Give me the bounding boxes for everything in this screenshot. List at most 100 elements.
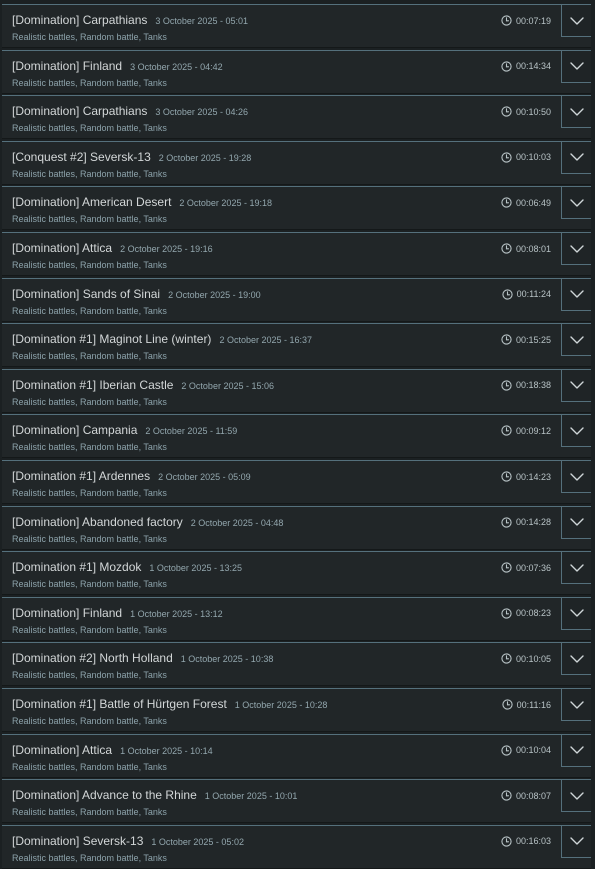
- battle-title: [Domination] Attica 2 October 2025 - 19:1…: [12, 241, 213, 255]
- battle-row[interactable]: [Domination #1] Maginot Line (winter) 2 O…: [2, 323, 591, 368]
- battle-row[interactable]: [Domination] Finland 1 October 2025 - 13:…: [2, 596, 591, 641]
- battle-date: 1 October 2025 - 13:25: [149, 563, 242, 574]
- battle-mode: Realistic battles, Random battle, Tanks: [12, 579, 167, 590]
- battle-map-name: [Domination #1] Battle of Hürtgen Forest: [12, 697, 227, 711]
- battle-date: 1 October 2025 - 10:38: [180, 654, 274, 665]
- battle-duration: 00:10:05: [501, 653, 551, 665]
- expand-button[interactable]: [561, 825, 591, 858]
- battle-duration: 00:08:07: [501, 790, 551, 801]
- chevron-down-icon: [569, 335, 584, 344]
- battle-row[interactable]: [Domination #2] North Holland 1 October 2…: [2, 642, 591, 687]
- expand-button[interactable]: [561, 506, 591, 539]
- battle-date: 2 October 2025 - 19:16: [120, 244, 213, 254]
- battle-map-name: [Domination] Campania: [12, 423, 138, 438]
- battle-duration-value: 00:08:07: [515, 790, 551, 801]
- expand-button[interactable]: [561, 187, 591, 220]
- battle-row[interactable]: [Domination] Campania 2 October 2025 - 11…: [2, 414, 591, 459]
- expand-button[interactable]: [561, 96, 591, 129]
- expand-button[interactable]: [561, 461, 591, 493]
- battle-map-name: [Domination] Finland: [12, 58, 123, 73]
- battle-title: [Domination] Finland 1 October 2025 - 13:…: [12, 606, 223, 620]
- battle-title: [Domination] Campania 2 October 2025 - 11…: [12, 423, 237, 437]
- battle-map-name: [Domination] Seversk-13: [12, 833, 144, 848]
- clock-icon: [501, 152, 512, 163]
- battle-title: [Domination #1] Maginot Line (winter) 2 O…: [12, 332, 312, 346]
- battle-map-name: [Domination] Attica: [12, 742, 113, 757]
- battle-history-list: [Domination] Carpathians 3 October 2025 -…: [0, 0, 595, 869]
- battle-mode: Realistic battles, Random battle, Tanks: [12, 351, 167, 362]
- battle-duration: 00:08:23: [501, 608, 551, 619]
- battle-duration-value: 00:06:49: [515, 197, 551, 208]
- battle-map-name: [Domination #2] North Holland: [12, 651, 173, 666]
- expand-button[interactable]: [561, 5, 591, 37]
- battle-row[interactable]: [Domination] Carpathians 3 October 2025 -…: [2, 95, 591, 140]
- battle-duration: 00:07:36: [501, 562, 551, 573]
- expand-button[interactable]: [561, 141, 591, 174]
- expand-button[interactable]: [561, 369, 591, 402]
- battle-row[interactable]: [Domination #1] Iberian Castle 2 October …: [2, 368, 591, 413]
- expand-button[interactable]: [561, 552, 591, 585]
- battle-row[interactable]: [Domination] Seversk-13 1 October 2025 - …: [2, 824, 591, 869]
- battle-duration-value: 00:11:24: [516, 289, 551, 300]
- battle-title: [Domination] Attica 1 October 2025 - 10:1…: [12, 743, 213, 757]
- battle-duration: 00:18:38: [501, 380, 551, 391]
- expand-button[interactable]: [561, 734, 591, 767]
- battle-map-name: [Domination] Carpathians: [12, 104, 148, 119]
- battle-date: 1 October 2025 - 10:14: [120, 745, 213, 756]
- battle-row[interactable]: [Domination] Attica 2 October 2025 - 19:1…: [2, 232, 591, 276]
- expand-button[interactable]: [561, 689, 591, 721]
- battle-duration-value: 00:10:05: [515, 653, 551, 664]
- battle-mode: Realistic battles, Random battle, Tanks: [12, 168, 167, 179]
- battle-date: 2 October 2025 - 04:48: [190, 517, 284, 528]
- battle-row[interactable]: [Domination] Attica 1 October 2025 - 10:1…: [2, 733, 591, 778]
- expand-button[interactable]: [561, 233, 591, 265]
- chevron-down-icon: [569, 791, 584, 800]
- expand-button[interactable]: [561, 780, 591, 813]
- battle-row[interactable]: [Domination] Abandoned factory 2 October …: [2, 505, 591, 550]
- battle-row[interactable]: [Domination #1] Battle of Hürtgen Forest…: [2, 688, 591, 732]
- battle-duration: 00:10:04: [501, 744, 551, 756]
- battle-row[interactable]: [Domination] Advance to the Rhine 1 Octob…: [2, 779, 591, 824]
- battle-row[interactable]: [Domination] Carpathians 3 October 2025 -…: [2, 4, 591, 48]
- battle-row[interactable]: [Domination] Sands of Sinai 2 October 202…: [2, 277, 591, 322]
- battle-duration: 00:15:25: [501, 334, 551, 345]
- battle-duration-value: 00:10:50: [515, 106, 551, 117]
- expand-button[interactable]: [561, 597, 591, 630]
- battle-title: [Domination #1] Ardennes 2 October 2025 -…: [12, 469, 251, 483]
- battle-map-name: [Domination] Finland: [12, 605, 123, 620]
- battle-row[interactable]: [Domination #1] Ardennes 2 October 2025 -…: [2, 460, 591, 504]
- battle-title: [Domination] Advance to the Rhine 1 Octob…: [12, 788, 297, 802]
- battle-title: [Domination] Finland 3 October 2025 - 04:…: [12, 59, 223, 73]
- battle-mode: Realistic battles, Random battle, Tanks: [12, 123, 167, 134]
- battle-row[interactable]: [Domination] Finland 3 October 2025 - 04:…: [2, 49, 591, 94]
- expand-button[interactable]: [561, 278, 591, 311]
- expand-button[interactable]: [561, 50, 591, 83]
- clock-icon: [501, 516, 512, 528]
- battle-duration-value: 00:10:03: [515, 152, 551, 163]
- battle-date: 2 October 2025 - 11:59: [145, 426, 238, 437]
- clock-icon: [501, 699, 513, 710]
- battle-title: [Domination] American Desert 2 October 20…: [12, 195, 272, 209]
- clock-icon: [501, 836, 512, 847]
- battle-title: [Domination] Sands of Sinai 2 October 202…: [12, 287, 261, 301]
- battle-row[interactable]: [Domination] American Desert 2 October 20…: [2, 186, 591, 231]
- battle-row[interactable]: [Conquest #2] Seversk-13 2 October 2025 -…: [2, 140, 591, 185]
- chevron-down-icon: [569, 290, 584, 298]
- clock-icon: [501, 744, 512, 756]
- battle-mode: Realistic battles, Random battle, Tanks: [12, 852, 167, 863]
- expand-button[interactable]: [561, 324, 591, 357]
- battle-duration: 00:14:23: [501, 471, 551, 482]
- expand-button[interactable]: [561, 415, 591, 448]
- clock-icon: [501, 471, 512, 482]
- battle-duration: 00:14:34: [501, 60, 551, 72]
- battle-row[interactable]: [Domination #1] Mozdok 1 October 2025 - 1…: [2, 551, 591, 596]
- battle-date: 1 October 2025 - 10:28: [234, 700, 328, 710]
- clock-icon: [501, 60, 512, 72]
- expand-button[interactable]: [561, 643, 591, 676]
- clock-icon: [501, 790, 512, 801]
- battle-map-name: [Domination #1] Mozdok: [12, 560, 142, 575]
- chevron-down-icon: [569, 153, 584, 161]
- battle-title: [Domination #1] Battle of Hürtgen Forest…: [12, 697, 327, 711]
- battle-title: [Domination #1] Mozdok 1 October 2025 - 1…: [12, 560, 242, 574]
- chevron-down-icon: [569, 746, 584, 754]
